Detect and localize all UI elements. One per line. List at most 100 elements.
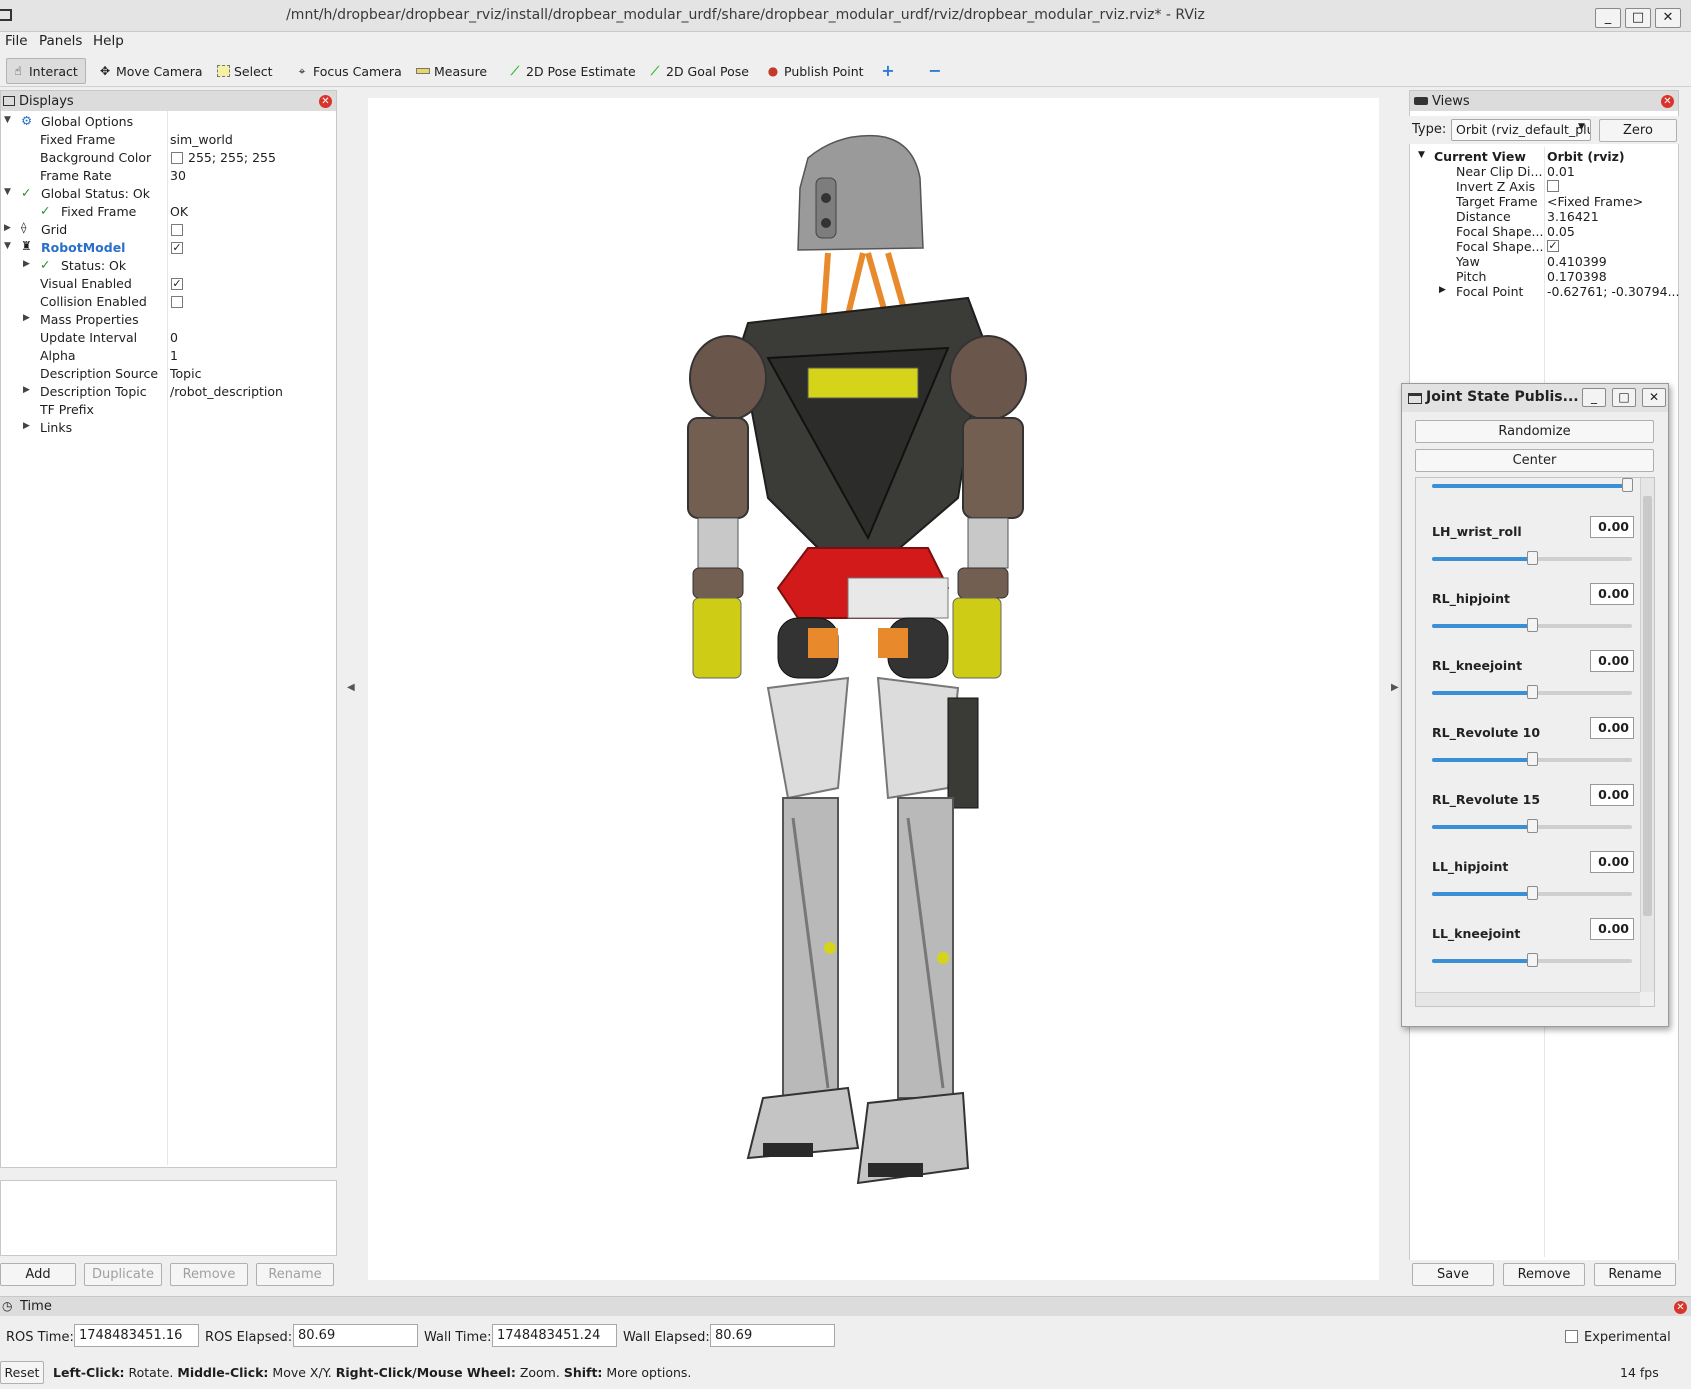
tree-row-global-options[interactable]: ▼ ⚙ Global Options [1, 113, 336, 131]
expand-arrow-icon[interactable]: ▼ [1418, 150, 1425, 160]
joint-slider[interactable] [1432, 752, 1632, 766]
remove-tool-button[interactable]: − [924, 58, 946, 84]
focal-point-row[interactable]: ▶ Focal Point -0.62761; -0.30794... [1410, 284, 1680, 299]
tree-row-alpha[interactable]: Alpha 1 [1, 347, 336, 365]
joint-value-field[interactable]: 0.00 [1590, 784, 1634, 806]
tree-row-grid[interactable]: ▶ ⟠ Grid [1, 221, 336, 239]
wall-elapsed-field[interactable]: 80.69 [710, 1324, 835, 1347]
collapse-arrow-icon[interactable]: ▶ [23, 259, 30, 269]
joint-value-field[interactable]: 0.00 [1590, 650, 1634, 672]
close-button[interactable]: ✕ [1655, 8, 1681, 28]
view-type-select[interactable]: Orbit (rviz_default_plugins) [1451, 119, 1591, 141]
collapse-arrow-icon[interactable]: ▶ [23, 313, 30, 323]
collapse-right-arrow-icon[interactable]: ▶ [1391, 682, 1399, 693]
alpha-value[interactable]: 1 [170, 348, 178, 363]
maximize-button[interactable]: □ [1625, 8, 1651, 28]
reset-button[interactable]: Reset [0, 1361, 44, 1384]
tree-row-robot-model[interactable]: ▼ ♜ RobotModel ✓ [1, 239, 336, 257]
color-swatch[interactable] [171, 152, 183, 164]
measure-tool[interactable]: Measure [412, 58, 491, 84]
jsp-maximize-button[interactable]: □ [1612, 388, 1636, 407]
randomize-button[interactable]: Randomize [1415, 420, 1654, 443]
interact-tool[interactable]: ☝ Interact [6, 58, 86, 84]
tree-row-update-interval[interactable]: Update Interval 0 [1, 329, 336, 347]
slider-handle[interactable] [1527, 819, 1538, 833]
ros-elapsed-field[interactable]: 80.69 [293, 1324, 418, 1347]
menu-file[interactable]: File [5, 33, 28, 49]
tree-row-collision-enabled[interactable]: Collision Enabled [1, 293, 336, 311]
slider-handle[interactable] [1527, 618, 1538, 632]
focal-point-value[interactable]: -0.62761; -0.30794... [1547, 284, 1680, 299]
minimize-button[interactable]: _ [1595, 8, 1621, 28]
tree-row-fixed-frame[interactable]: Fixed Frame sim_world [1, 131, 336, 149]
goal-pose-tool[interactable]: ⟋ 2D Goal Pose [644, 58, 753, 84]
joint-slider[interactable] [1432, 685, 1632, 699]
experimental-checkbox[interactable] [1565, 1330, 1578, 1343]
add-tool-button[interactable]: + [877, 58, 899, 84]
tree-row-description-source[interactable]: Description Source Topic [1, 365, 336, 383]
vertical-scrollbar[interactable] [1640, 478, 1654, 992]
slider-handle[interactable] [1527, 752, 1538, 766]
joint-value-field[interactable]: 0.00 [1590, 918, 1634, 940]
slider-handle[interactable] [1527, 551, 1538, 565]
robot-model-checkbox[interactable]: ✓ [171, 242, 183, 254]
rename-display-button[interactable]: Rename [256, 1263, 334, 1286]
fixed-frame-value[interactable]: sim_world [170, 132, 233, 147]
collapse-arrow-icon[interactable]: ▶ [23, 421, 30, 431]
joint-slider-partial[interactable] [1432, 478, 1633, 492]
tree-row-links[interactable]: ▶ Links [1, 419, 336, 437]
invert-z-checkbox[interactable] [1547, 180, 1559, 192]
near-clip-row[interactable]: Near Clip Di... 0.01 [1410, 164, 1680, 179]
jsp-close-button[interactable]: ✕ [1642, 388, 1666, 407]
pitch-row[interactable]: Pitch 0.170398 [1410, 269, 1680, 284]
joint-slider[interactable] [1432, 618, 1632, 632]
joint-slider[interactable] [1432, 953, 1632, 967]
close-icon[interactable]: ✕ [1661, 95, 1674, 108]
joint-slider[interactable] [1432, 819, 1632, 833]
collapse-arrow-icon[interactable]: ▶ [4, 223, 11, 233]
joint-value-field[interactable]: 0.00 [1590, 717, 1634, 739]
jsp-minimize-button[interactable]: _ [1582, 388, 1606, 407]
joint-slider[interactable] [1432, 551, 1632, 565]
add-button[interactable]: Add [0, 1263, 76, 1286]
horizontal-scrollbar[interactable] [1416, 992, 1640, 1006]
save-view-button[interactable]: Save [1412, 1263, 1494, 1286]
menu-panels[interactable]: Panels [39, 33, 82, 49]
target-frame-value[interactable]: <Fixed Frame> [1547, 194, 1643, 209]
pitch-value[interactable]: 0.170398 [1547, 269, 1607, 284]
frame-rate-value[interactable]: 30 [170, 168, 186, 183]
joint-slider[interactable] [1432, 886, 1632, 900]
select-tool[interactable]: Select [213, 58, 277, 84]
visual-enabled-checkbox[interactable]: ✓ [171, 278, 183, 290]
menu-help[interactable]: Help [93, 33, 124, 49]
wall-time-field[interactable]: 1748483451.24 [492, 1324, 617, 1347]
yaw-value[interactable]: 0.410399 [1547, 254, 1607, 269]
close-icon[interactable]: ✕ [1674, 1301, 1687, 1314]
invert-z-row[interactable]: Invert Z Axis [1410, 179, 1680, 194]
collision-enabled-checkbox[interactable] [171, 296, 183, 308]
collapse-left-arrow-icon[interactable]: ◀ [347, 682, 355, 693]
duplicate-button[interactable]: Duplicate [84, 1263, 162, 1286]
near-clip-value[interactable]: 0.01 [1547, 164, 1575, 179]
distance-value[interactable]: 3.16421 [1547, 209, 1599, 224]
focal-shape-fixed-checkbox[interactable]: ✓ [1547, 240, 1559, 252]
joint-list[interactable]: LH_wrist_roll 0.00 RL_hipjoint 0.00 RL_kneej… [1415, 477, 1655, 1007]
current-view-row[interactable]: ▼ Current View Orbit (rviz) [1410, 149, 1680, 164]
slider-handle[interactable] [1527, 685, 1538, 699]
expand-arrow-icon[interactable]: ▼ [4, 241, 11, 251]
collapse-arrow-icon[interactable]: ▶ [23, 385, 30, 395]
collapse-arrow-icon[interactable]: ▶ [1439, 285, 1446, 295]
ros-time-field[interactable]: 1748483451.16 [74, 1324, 199, 1347]
publish-point-tool[interactable]: ● Publish Point [762, 58, 868, 84]
tree-row-status-ok[interactable]: ▶ ✓ Status: Ok [1, 257, 336, 275]
render-viewport[interactable] [368, 98, 1379, 1280]
description-source-value[interactable]: Topic [170, 366, 201, 381]
move-camera-tool[interactable]: ✥ Move Camera [94, 58, 207, 84]
tree-row-description-topic[interactable]: ▶ Description Topic /robot_description [1, 383, 336, 401]
remove-display-button[interactable]: Remove [170, 1263, 248, 1286]
grid-checkbox[interactable] [171, 224, 183, 236]
target-frame-row[interactable]: Target Frame <Fixed Frame> [1410, 194, 1680, 209]
tree-row-background-color[interactable]: Background Color 255; 255; 255 [1, 149, 336, 167]
joint-value-field[interactable]: 0.00 [1590, 516, 1634, 538]
remove-view-button[interactable]: Remove [1503, 1263, 1585, 1286]
